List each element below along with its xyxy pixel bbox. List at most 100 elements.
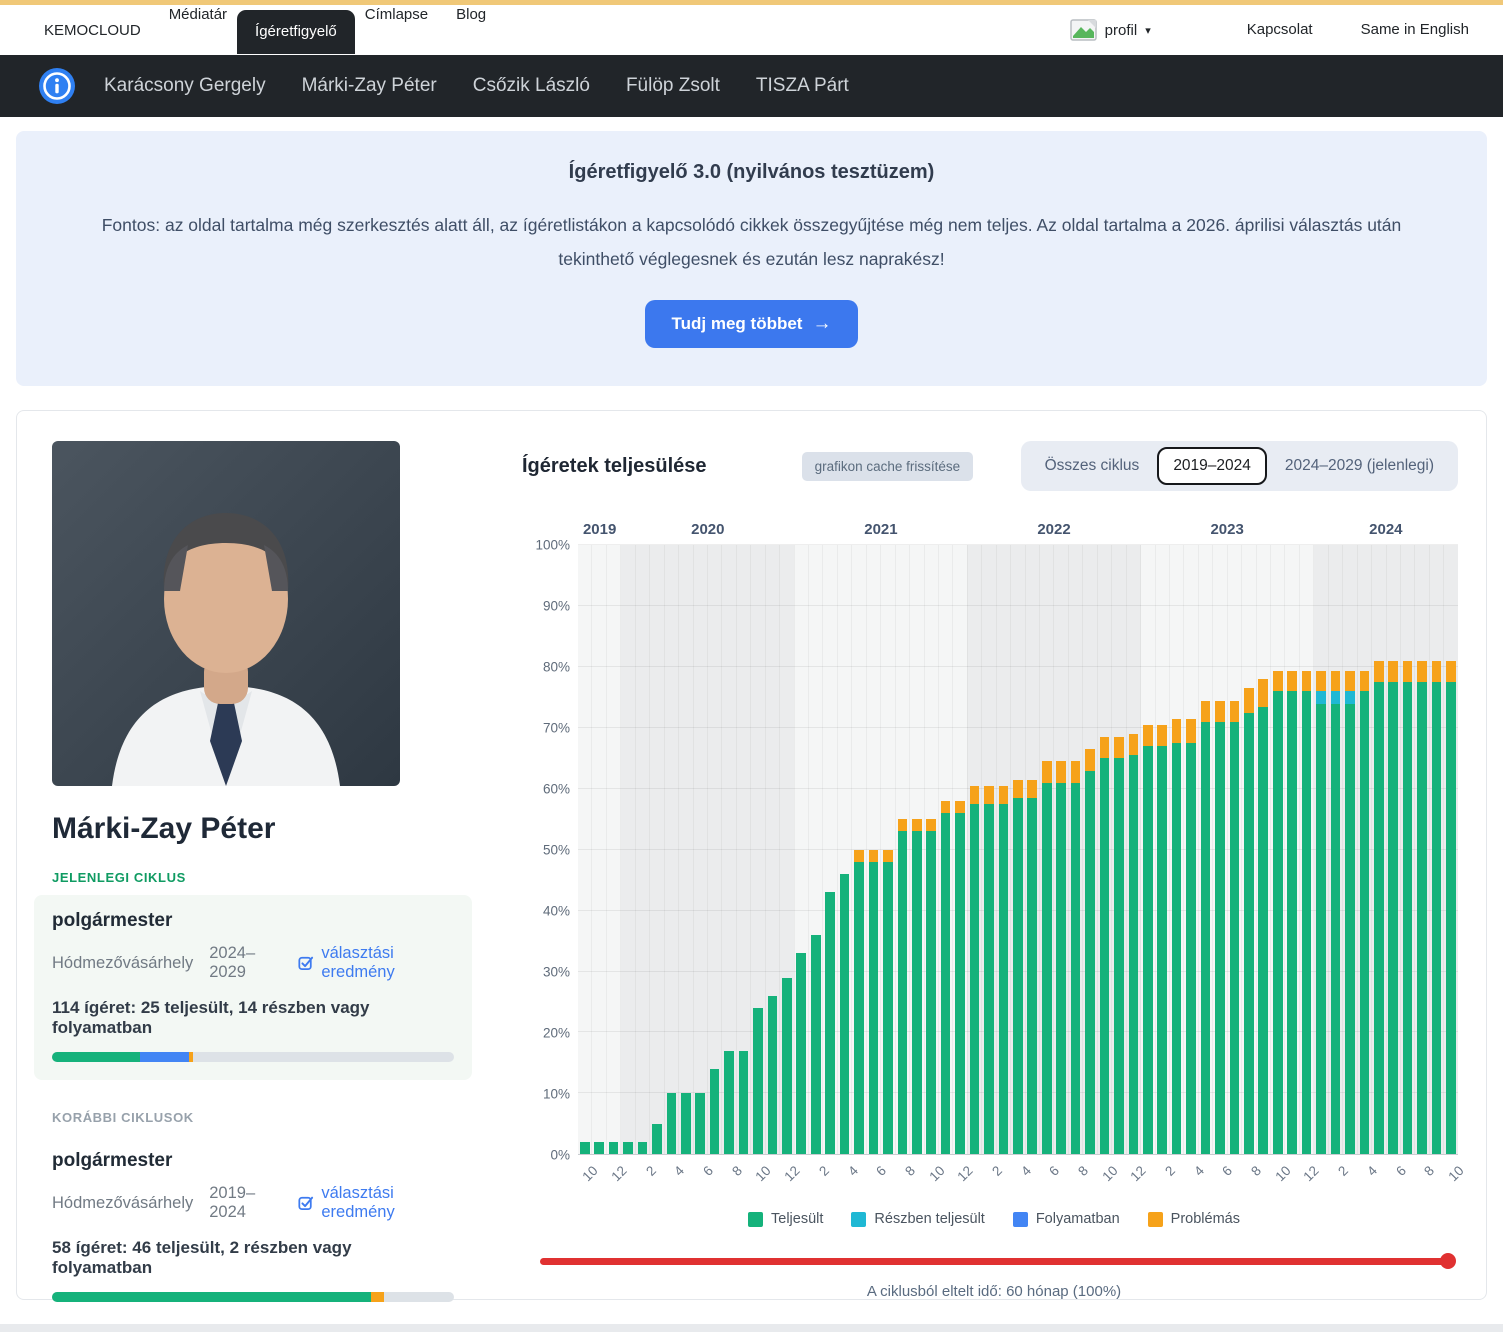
chart-bar xyxy=(912,545,922,1154)
election-result-link[interactable]: választási eredmény xyxy=(298,944,454,982)
x-tick-slot: 10 xyxy=(1270,1155,1284,1197)
x-tick-slot xyxy=(679,1155,693,1197)
year-label: 2022 xyxy=(967,521,1140,545)
chart-bar-slot xyxy=(924,545,938,1154)
profile-menu[interactable]: profil ▾ xyxy=(1070,19,1151,41)
x-tick-slot xyxy=(794,1155,808,1197)
x-tick-slot xyxy=(910,1155,924,1197)
x-tick-slot: 4 xyxy=(838,1155,852,1197)
cycle-summary: 58 ígéret: 46 teljesült, 2 részben vagy … xyxy=(52,1238,454,1278)
bar-segment-teljesült xyxy=(1042,783,1052,1154)
bar-segment-teljesült xyxy=(1215,722,1225,1154)
bar-segment-teljesült xyxy=(984,804,994,1154)
topbar-link-same-in-english[interactable]: Same in English xyxy=(1361,21,1469,38)
bar-segment-teljesült xyxy=(768,996,778,1154)
bar-segment-teljesült xyxy=(811,935,821,1154)
x-tick-slot: 2 xyxy=(982,1155,996,1197)
bar-segment-problémás xyxy=(941,801,951,813)
election-result-label: választási eredmény xyxy=(321,1184,454,1222)
progress-segment xyxy=(140,1052,189,1062)
topbar-link-kapcsolat[interactable]: Kapcsolat xyxy=(1247,21,1313,38)
chart-bar xyxy=(782,545,792,1154)
cycle-period: 2019–2024 xyxy=(209,1184,282,1222)
bar-segment-problémás xyxy=(854,850,864,862)
legend-item-folyamatban[interactable]: Folyamatban xyxy=(1013,1211,1120,1227)
legend-swatch xyxy=(748,1212,763,1227)
x-tick-slot xyxy=(1314,1155,1328,1197)
chart-bar-slot xyxy=(851,545,865,1154)
x-tick-slot: 8 xyxy=(895,1155,909,1197)
chart-title: Ígéretek teljesülése xyxy=(522,455,707,478)
bar-segment-teljesült xyxy=(667,1093,677,1154)
profile-column: Márki-Zay Péter JELENLEGI CIKLUS polgárm… xyxy=(52,441,472,1273)
chart-bar xyxy=(1143,545,1153,1154)
bar-segment-teljesült xyxy=(1345,704,1355,1155)
chart-bar xyxy=(1071,545,1081,1154)
chart-bar xyxy=(753,545,763,1154)
bar-segment-problémás xyxy=(1157,725,1167,746)
bar-segment-részben-teljesült xyxy=(1331,691,1341,703)
election-result-link[interactable]: választási eredmény xyxy=(298,1184,454,1222)
chart-bar-slot xyxy=(837,545,851,1154)
slider-track[interactable] xyxy=(540,1258,1454,1265)
info-icon xyxy=(38,67,76,105)
bar-segment-teljesült xyxy=(1244,713,1254,1155)
chart-bar xyxy=(1432,545,1442,1154)
bar-segment-teljesült xyxy=(1013,798,1023,1154)
chart-bar-slot xyxy=(909,545,923,1154)
bar-segment-teljesült xyxy=(1172,743,1182,1154)
chart-bar-slot xyxy=(750,545,764,1154)
chart-bar xyxy=(623,545,633,1154)
elapsed-time-slider[interactable] xyxy=(540,1253,1454,1269)
refresh-cache-button[interactable]: grafikon cache frissítése xyxy=(802,452,974,481)
chart-bar xyxy=(1056,545,1066,1154)
person-link[interactable]: TISZA Párt xyxy=(756,75,849,97)
chart-bar-slot xyxy=(1328,545,1342,1154)
chart-bar-slot xyxy=(1429,545,1443,1154)
cycle-tab[interactable]: Összes ciklus xyxy=(1033,449,1152,483)
chart-bar xyxy=(1417,545,1427,1154)
legend-item-problémás[interactable]: Problémás xyxy=(1148,1211,1240,1227)
chart-bar-slot xyxy=(707,545,721,1154)
x-tick-slot xyxy=(1342,1155,1356,1197)
chart-bar-slot xyxy=(1400,545,1414,1154)
person-link[interactable]: Fülöp Zsolt xyxy=(626,75,720,97)
bar-segment-problémás xyxy=(1273,671,1283,691)
progress-segment xyxy=(189,1052,193,1062)
chart-bar xyxy=(1345,545,1355,1154)
bar-segment-teljesült xyxy=(869,862,879,1154)
cycle-tab[interactable]: 2019–2024 xyxy=(1157,447,1267,485)
topbar-link-blog[interactable]: Blog xyxy=(456,6,486,54)
bar-segment-problémás xyxy=(1345,671,1355,691)
profile-photo xyxy=(52,441,400,786)
chart-bar xyxy=(710,545,720,1154)
person-link[interactable]: Karácsony Gergely xyxy=(104,75,266,97)
brand-kemocloud[interactable]: KEMOCLOUD xyxy=(44,22,141,39)
bar-segment-problémás xyxy=(926,819,936,831)
person-link[interactable]: Csőzik László xyxy=(473,75,590,97)
learn-more-button[interactable]: Tudj meg többet → xyxy=(645,300,859,348)
chart-bar-slot xyxy=(967,545,981,1154)
legend-swatch xyxy=(851,1212,866,1227)
year-label: 2019 xyxy=(578,521,621,545)
x-tick-slot xyxy=(1140,1155,1154,1197)
info-button[interactable] xyxy=(38,67,76,105)
bar-segment-teljesült xyxy=(912,831,922,1154)
bar-segment-teljesült xyxy=(883,862,893,1154)
topbar-link-címlapse[interactable]: Címlapse xyxy=(365,6,428,54)
x-tick-slot xyxy=(1054,1155,1068,1197)
slider-handle[interactable] xyxy=(1440,1253,1456,1269)
cycle-tab[interactable]: 2024–2029 (jelenlegi) xyxy=(1273,449,1446,483)
bar-segment-teljesült xyxy=(898,831,908,1154)
legend-item-részben-teljesült[interactable]: Részben teljesült xyxy=(851,1211,984,1227)
topbar-link-médiatár[interactable]: Médiatár xyxy=(169,6,227,54)
chart-bar xyxy=(999,545,1009,1154)
bar-segment-problémás xyxy=(1042,761,1052,782)
chart-bar-slot xyxy=(1169,545,1183,1154)
chart-bar-slot xyxy=(822,545,836,1154)
person-link[interactable]: Márki-Zay Péter xyxy=(302,75,437,97)
legend-item-teljesült[interactable]: Teljesült xyxy=(748,1211,823,1227)
chart-bar xyxy=(1100,545,1110,1154)
chart-bar xyxy=(941,545,951,1154)
topbar-link-ígéretfigyelő[interactable]: Ígéretfigyelő xyxy=(237,10,355,54)
